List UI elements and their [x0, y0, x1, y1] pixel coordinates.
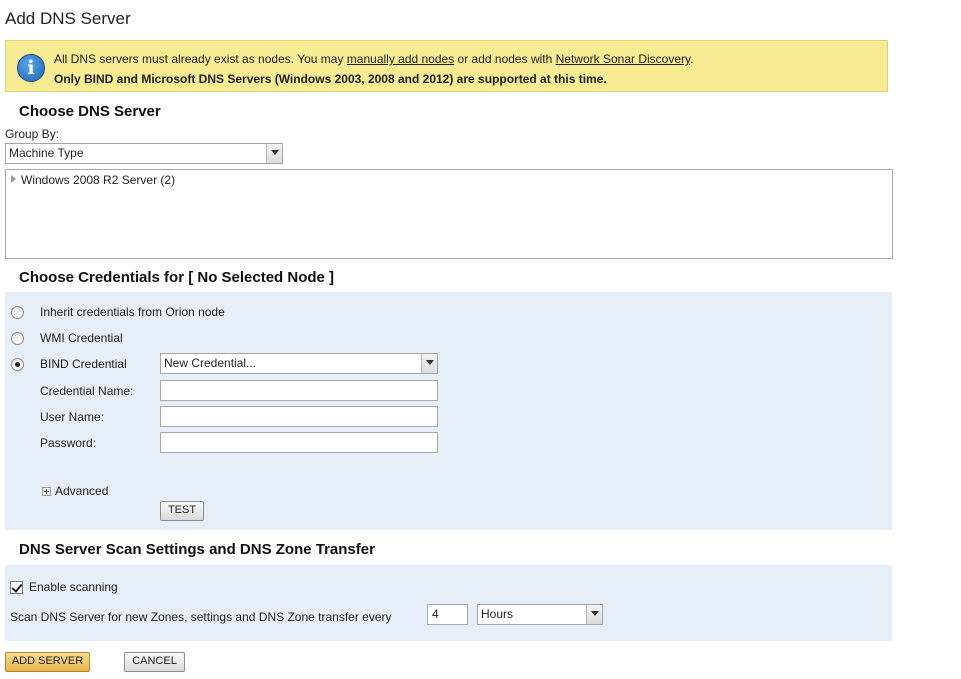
plus-icon[interactable] — [42, 487, 51, 496]
scan-settings-panel: Enable scanning Scan DNS Server for new … — [5, 565, 892, 641]
tree-item-label: Windows 2008 R2 Server (2) — [21, 173, 176, 187]
radio-bind-credential[interactable] — [11, 358, 24, 371]
enable-scanning-label: Enable scanning — [29, 580, 118, 594]
group-by-label: Group By: — [5, 127, 60, 141]
triangle-right-icon[interactable] — [11, 175, 16, 183]
credential-name-label: Credential Name: — [40, 384, 134, 398]
enable-scanning-checkbox[interactable] — [10, 581, 23, 594]
credentials-panel: Inherit credentials from Orion node WMI … — [5, 292, 892, 530]
add-server-button[interactable]: ADD SERVER — [5, 652, 90, 672]
banner-text-middle: or add nodes with — [454, 52, 556, 66]
password-label: Password: — [40, 436, 97, 450]
banner-support-note: Only BIND and Microsoft DNS Servers (Win… — [54, 72, 607, 86]
chevron-down-icon[interactable] — [586, 605, 602, 624]
choose-credentials-heading: Choose Credentials for [ No Selected Nod… — [19, 269, 335, 286]
network-sonar-discovery-link[interactable]: Network Sonar Discovery — [556, 52, 690, 66]
credential-select[interactable]: New Credential... — [160, 353, 438, 374]
chevron-down-icon[interactable] — [421, 354, 437, 373]
scan-interval-input[interactable]: 4 — [427, 604, 468, 625]
bind-credential-label: BIND Credential — [40, 357, 127, 371]
choose-dns-server-heading: Choose DNS Server — [19, 103, 161, 120]
test-button[interactable]: TEST — [160, 501, 204, 521]
scan-interval-label: Scan DNS Server for new Zones, settings … — [10, 610, 392, 624]
tree-item-windows-2008-r2[interactable]: Windows 2008 R2 Server (2) — [11, 173, 175, 187]
banner-message: All DNS servers must already exist as no… — [54, 52, 693, 66]
wmi-credential-label: WMI Credential — [40, 331, 123, 345]
user-name-input[interactable] — [160, 406, 438, 427]
group-by-select-value: Machine Type — [9, 146, 84, 160]
group-by-select[interactable]: Machine Type — [5, 143, 283, 164]
radio-inherit-credentials[interactable] — [11, 306, 24, 319]
info-icon: i — [17, 54, 45, 82]
chevron-down-icon[interactable] — [266, 144, 282, 163]
banner-text-after: . — [690, 52, 694, 66]
password-input[interactable] — [160, 432, 438, 453]
cancel-button[interactable]: CANCEL — [124, 652, 185, 672]
inherit-credentials-label: Inherit credentials from Orion node — [40, 305, 225, 319]
server-tree: Windows 2008 R2 Server (2) — [5, 169, 893, 259]
info-banner: i All DNS servers must already exist as … — [5, 40, 888, 92]
advanced-toggle[interactable]: Advanced — [55, 484, 108, 498]
user-name-label: User Name: — [40, 410, 105, 424]
manually-add-nodes-link[interactable]: manually add nodes — [347, 52, 454, 66]
credential-name-input[interactable] — [160, 380, 438, 401]
banner-text-before: All DNS servers must already exist as no… — [54, 52, 347, 66]
scan-interval-unit-select[interactable]: Hours — [477, 604, 603, 625]
page-title: Add DNS Server — [5, 9, 131, 28]
credential-select-value: New Credential... — [164, 356, 257, 370]
radio-wmi-credential[interactable] — [11, 332, 24, 345]
scan-interval-unit-value: Hours — [481, 607, 514, 621]
scan-settings-heading: DNS Server Scan Settings and DNS Zone Tr… — [19, 541, 375, 558]
